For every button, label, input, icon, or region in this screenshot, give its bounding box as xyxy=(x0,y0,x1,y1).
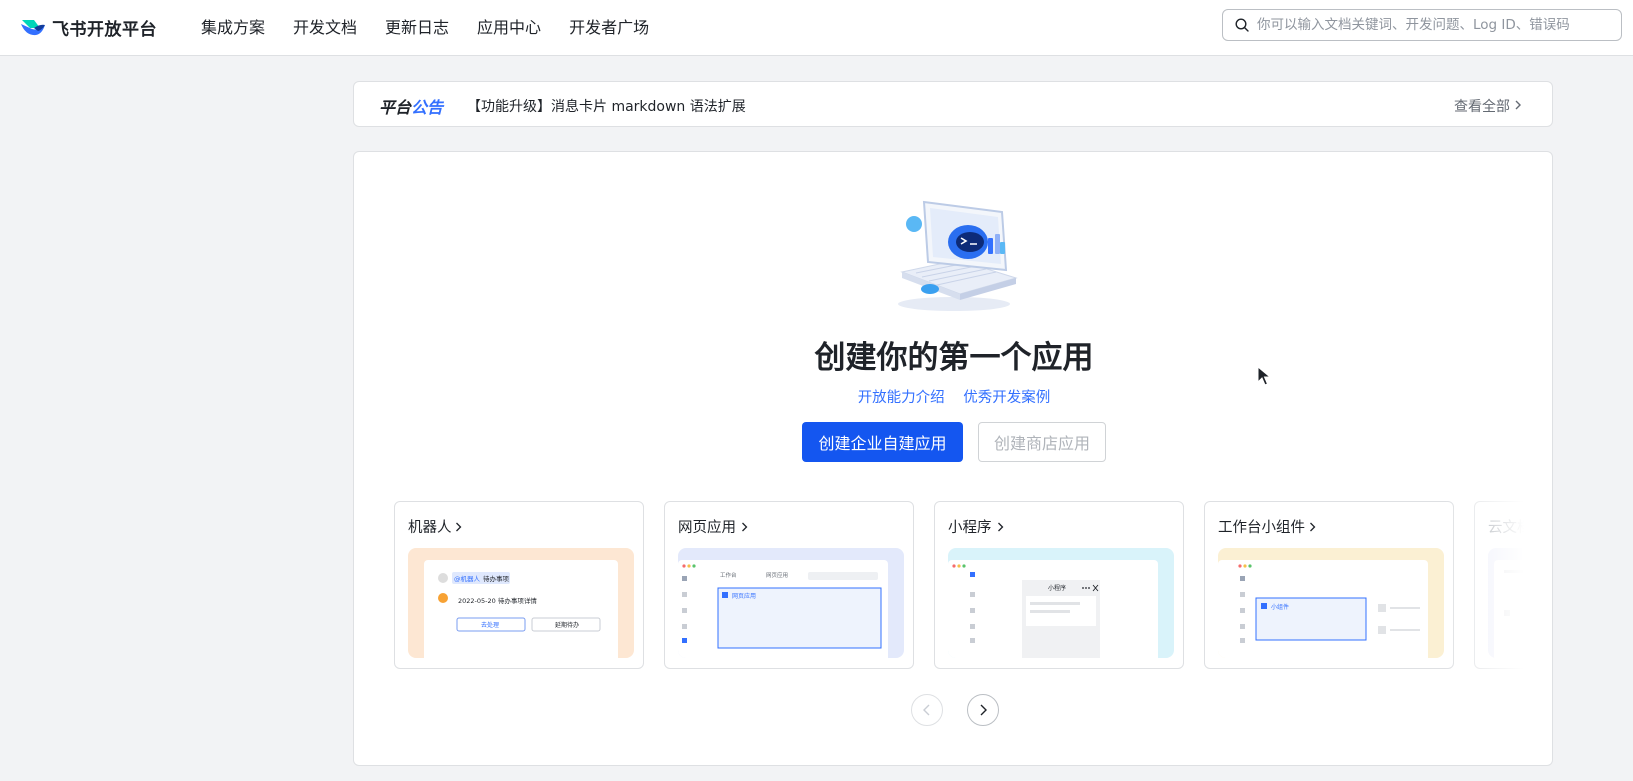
create-custom-app-button[interactable]: 创建企业自建应用 xyxy=(802,422,963,462)
chevron-right-icon xyxy=(456,522,462,532)
web-tab-1: 工作台 xyxy=(720,573,737,579)
mini-program-preview-art xyxy=(948,560,1158,658)
doc-widget-preview xyxy=(1488,548,1524,658)
top-nav: 飞书开放平台 集成方案 开发文档 更新日志 应用中心 开发者广场 xyxy=(0,0,1633,56)
app-type-title: 工作台小组件 xyxy=(1218,520,1305,536)
page-title: 创建你的第一个应用 xyxy=(814,340,1094,376)
web-app-preview: 工作台 网页应用 网页应用 xyxy=(678,548,904,658)
feishu-logo-icon xyxy=(21,20,45,36)
bot-preview: @机器人 待办事项 2022-05-20 待办事项详情 去处理 延期待办 xyxy=(408,548,634,658)
search-box[interactable] xyxy=(1222,9,1622,41)
mini-program-title: 小程序 xyxy=(1048,585,1067,592)
bot-mention-text: @机器人 xyxy=(454,575,480,583)
announcement-tag: 平台公告 xyxy=(379,94,443,118)
carousel-prev-button[interactable] xyxy=(911,694,943,726)
nav-item-changelog[interactable]: 更新日志 xyxy=(385,14,449,38)
app-type-card-web[interactable]: 网页应用 工作台 网页应用 网页应用 xyxy=(664,501,914,669)
announcement-text[interactable]: 【功能升级】消息卡片 markdown 语法扩展 xyxy=(467,96,746,116)
nav-item-app-center[interactable]: 应用中心 xyxy=(477,14,541,38)
app-type-title: 网页应用 xyxy=(678,520,736,536)
brand-logo[interactable]: 飞书开放平台 xyxy=(20,13,157,41)
app-type-title: 机器人 xyxy=(408,520,452,536)
doc-widget-preview-art xyxy=(1494,560,1524,658)
search-icon xyxy=(1235,18,1249,32)
announcement-bar: 平台公告 【功能升级】消息卡片 markdown 语法扩展 查看全部 xyxy=(353,81,1553,127)
chevron-right-icon xyxy=(1515,100,1521,110)
brand-name: 飞书开放平台 xyxy=(52,19,157,40)
app-type-carousel: 机器人 @机器人 待办事项 2022-05-20 待办事项详情 去处理 延期待办 xyxy=(394,501,1524,669)
bot-todo-text: 待办事项 xyxy=(483,575,509,583)
nav-item-docs[interactable]: 开发文档 xyxy=(293,14,357,38)
laptop-robot-illustration xyxy=(898,200,1018,311)
widget-preview: 小组件 xyxy=(1218,548,1444,658)
search-input[interactable] xyxy=(1257,17,1617,33)
app-type-card-bot[interactable]: 机器人 @机器人 待办事项 2022-05-20 待办事项详情 去处理 延期待办 xyxy=(394,501,644,669)
hero-links: 开放能力介绍 优秀开发案例 xyxy=(354,386,1552,407)
bot-date-text: 2022-05-20 待办事项详情 xyxy=(458,597,537,605)
chevron-right-icon xyxy=(742,522,748,532)
widget-label: 小组件 xyxy=(1271,604,1290,611)
bot-action-1: 去处理 xyxy=(481,622,500,629)
chevron-right-icon xyxy=(998,522,1004,532)
app-type-card-mini-program[interactable]: 小程序 小程序 xyxy=(934,501,1184,669)
app-type-title: 云文档小组件 xyxy=(1488,520,1524,536)
chevron-left-icon xyxy=(923,704,930,716)
mouse-cursor-icon xyxy=(1257,366,1271,386)
announcement-tag-part2: 公告 xyxy=(411,98,444,117)
create-store-app-button[interactable]: 创建商店应用 xyxy=(978,422,1106,462)
capabilities-link[interactable]: 开放能力介绍 xyxy=(858,390,945,406)
main-nav: 集成方案 开发文档 更新日志 应用中心 开发者广场 xyxy=(201,0,649,52)
cases-link[interactable]: 优秀开发案例 xyxy=(963,390,1050,406)
widget-preview-art xyxy=(1218,560,1428,658)
announcement-tag-part1: 平台 xyxy=(379,98,412,117)
web-app-label: 网页应用 xyxy=(732,593,757,600)
app-type-title: 小程序 xyxy=(948,520,992,536)
nav-item-dev-square[interactable]: 开发者广场 xyxy=(569,14,649,38)
mini-program-preview: 小程序 xyxy=(948,548,1174,658)
app-type-card-doc-widget[interactable]: 云文档小组件 xyxy=(1474,501,1524,669)
web-tab-2: 网页应用 xyxy=(766,573,789,579)
chevron-right-icon xyxy=(1310,522,1316,532)
bot-action-2: 延期待办 xyxy=(555,622,580,629)
chevron-right-icon xyxy=(980,704,987,716)
app-type-card-widget[interactable]: 工作台小组件 小组件 xyxy=(1204,501,1454,669)
view-all-link[interactable]: 查看全部 xyxy=(1454,96,1510,116)
carousel-next-button[interactable] xyxy=(967,694,999,726)
create-app-panel: 创建你的第一个应用 开放能力介绍 优秀开发案例 创建企业自建应用 创建商店应用 … xyxy=(353,151,1553,766)
nav-item-solutions[interactable]: 集成方案 xyxy=(201,14,265,38)
web-app-preview-art xyxy=(678,560,888,658)
